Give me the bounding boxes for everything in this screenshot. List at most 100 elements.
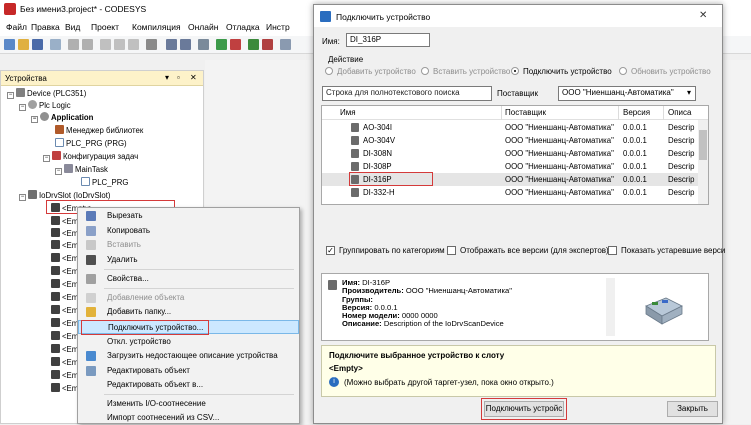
menu-item-add-folder[interactable]: Добавить папку... [78,305,299,319]
tree-item-task-config[interactable]: − Конфигурация задач [43,151,138,162]
collapse-icon[interactable]: − [43,155,50,162]
name-input[interactable]: DI_316P [346,33,430,47]
menu-item-edit-io-mapping[interactable]: Изменить I/O-соотнесение [78,397,299,411]
device-row[interactable]: AO-304V ООО "Ниеншанц-Автоматика" 0.0.0.1 D… [322,134,708,147]
device-list-scrollbar[interactable] [698,120,708,204]
chevron-down-icon[interactable]: ▾ [687,88,691,97]
build-icon[interactable] [198,39,209,50]
menu-debug[interactable]: Отладка [226,22,260,32]
tree-item-empty-slot[interactable]: <Em [51,370,78,381]
tree-item-plc-logic[interactable]: − Plc Logic [19,100,71,111]
device-row[interactable]: DI-308P ООО "Ниеншанц-Автоматика" 0.0.0.1 D… [322,160,708,173]
paste-icon[interactable] [128,39,139,50]
tree-item-empty-slot[interactable]: <Em [51,383,78,394]
group-by-category-checkbox[interactable]: ✓ [326,246,335,255]
redo-icon[interactable] [82,39,93,50]
close-icon[interactable]: ✕ [699,10,707,21]
radio-insert-device[interactable] [421,67,429,75]
menu-item-cut[interactable]: Вырезать [78,209,299,223]
find-icon[interactable] [166,39,177,50]
menu-file[interactable]: Файл [6,22,27,32]
copy-icon[interactable] [114,39,125,50]
column-vendor[interactable]: Поставщик [505,108,546,117]
column-version[interactable]: Версия [623,108,650,117]
search-input[interactable]: Строка для полнотекстового поиска [322,86,492,101]
login-icon[interactable] [216,39,227,50]
info-scrollbar[interactable] [606,278,615,336]
tree-item-empty-slot[interactable]: <Em [51,357,78,368]
connect-device-button[interactable]: Подключить устройс [484,401,564,417]
column-description[interactable]: Описа [668,108,691,117]
tree-item-empty-slot[interactable]: <Em [51,266,78,277]
collapse-icon[interactable]: − [19,194,26,201]
menu-build[interactable]: Компиляция [132,22,181,32]
tree-item-empty-slot[interactable]: <Em [51,292,78,303]
tree-item-device[interactable]: − Device (PLC351) [7,88,86,99]
stop-icon[interactable] [262,39,273,50]
menu-project[interactable]: Проект [91,22,119,32]
scrollbar-thumb[interactable] [699,130,707,160]
device-row[interactable]: DI-332-H ООО "Ниеншанц-Автоматика" 0.0.0.1… [322,186,708,199]
panel-dropdown-icon[interactable]: ▾ [165,73,169,82]
panel-close-icon[interactable]: ✕ [190,73,197,82]
collapse-icon[interactable]: − [31,116,38,123]
menu-item-copy[interactable]: Копировать [78,224,299,238]
device-row-selected[interactable]: DI-316P ООО "Ниеншанц-Автоматика" 0.0.0.1 D… [322,173,708,186]
cut-icon[interactable] [100,39,111,50]
tree-item-empty-slot[interactable]: <Em [51,344,78,355]
find-next-icon[interactable] [180,39,191,50]
tree-item-iodrvslot[interactable]: − IoDrvSlot (IoDrvSlot) [19,190,111,201]
menu-item-edit-object-with[interactable]: Редактировать объект в... [78,378,299,392]
tree-item-empty-slot[interactable]: <Em [51,279,78,290]
menu-item-delete[interactable]: Удалить [78,253,299,267]
panel-pin-icon[interactable]: ▫ [177,73,180,82]
menu-item-edit-object[interactable]: Редактировать объект [78,364,299,378]
step-icon[interactable] [280,39,291,50]
tree-item-empty-slot[interactable]: <Em [51,318,78,329]
device-row[interactable]: AO-304I ООО "Ниеншанц-Автоматика" 0.0.0.1 D… [322,121,708,134]
tree-item-empty-slot[interactable]: <Em [51,216,78,227]
menu-online[interactable]: Онлайн [188,22,218,32]
show-outdated-checkbox[interactable] [608,246,617,255]
menu-edit[interactable]: Правка [31,22,60,32]
delete-icon[interactable] [146,39,157,50]
menu-view[interactable]: Вид [65,22,80,32]
empty-slot-icon [51,344,60,353]
run-icon[interactable] [248,39,259,50]
close-button[interactable]: Закрыть [667,401,718,417]
open-icon[interactable] [18,39,29,50]
collapse-icon[interactable]: − [7,92,14,99]
collapse-icon[interactable]: − [55,168,62,175]
tree-item-plc-prg[interactable]: PLC_PRG (PRG) [55,138,127,149]
tree-item-empty-slot[interactable]: <Em [51,240,78,251]
vendor-select[interactable]: ООО "Ниеншанц-Автоматика" [558,86,696,101]
tree-item-empty-slot[interactable]: <Em [51,305,78,316]
menu-item-paste[interactable]: Вставить [78,238,299,252]
menu-item-download-description[interactable]: Загрузить недостающее описание устройств… [78,349,299,363]
tree-item-plc-prg-call[interactable]: PLC_PRG [81,177,128,188]
radio-plug-device[interactable] [511,67,519,75]
print-icon[interactable] [50,39,61,50]
save-icon[interactable] [32,39,43,50]
logout-icon[interactable] [230,39,241,50]
menu-tools[interactable]: Инстр [266,22,290,32]
tree-item-application[interactable]: − Application [31,112,93,123]
menu-item-unplug-device[interactable]: Откл. устройство [78,335,299,349]
column-name[interactable]: Имя [340,108,356,117]
tree-item-empty-slot[interactable]: <Em [51,253,78,264]
tree-item-maintask[interactable]: − MainTask [55,164,108,175]
undo-icon[interactable] [68,39,79,50]
menu-item-plug-device[interactable]: Подключить устройство... [78,320,299,334]
tree-item-library-manager[interactable]: Менеджер библиотек [55,125,143,136]
menu-item-import-csv[interactable]: Импорт соотнесений из CSV... [78,411,299,425]
menu-item-add-object[interactable]: Добавление объекта [78,291,299,305]
radio-update-device[interactable] [619,67,627,75]
new-file-icon[interactable] [4,39,15,50]
tree-item-empty-slot[interactable]: <Em [51,331,78,342]
device-row[interactable]: DI-308N ООО "Ниеншанц-Автоматика" 0.0.0.1 D… [322,147,708,160]
tree-item-empty-slot[interactable]: <Em [51,228,78,239]
show-all-versions-checkbox[interactable] [447,246,456,255]
menu-item-properties[interactable]: Свойства... [78,272,299,286]
collapse-icon[interactable]: − [19,104,26,111]
radio-add-device[interactable] [325,67,333,75]
